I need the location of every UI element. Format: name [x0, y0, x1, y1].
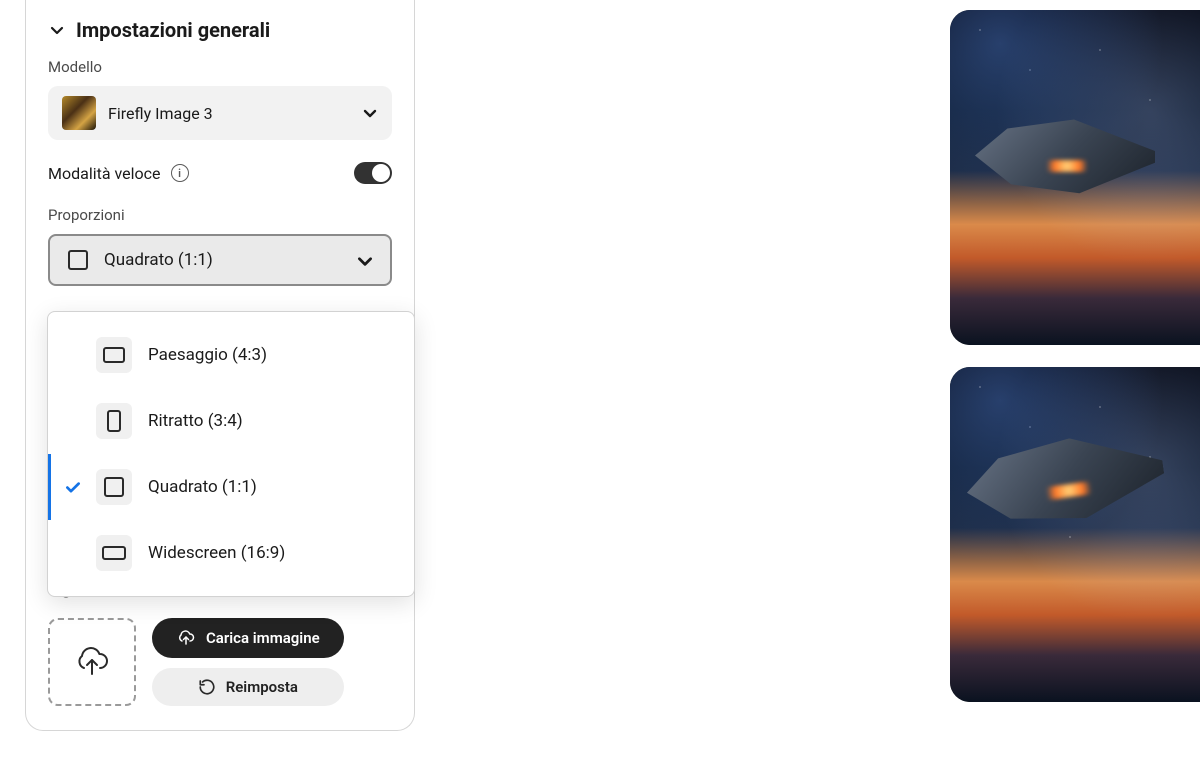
generated-image[interactable] — [950, 10, 1200, 345]
model-select[interactable]: Firefly Image 3 — [48, 86, 392, 140]
landscape-icon — [96, 337, 132, 373]
upload-image-button[interactable]: Carica immagine — [152, 618, 344, 658]
upload-dropzone[interactable] — [48, 618, 136, 706]
section-header[interactable]: Impostazioni generali — [48, 18, 392, 42]
model-thumbnail — [62, 96, 96, 130]
aspect-option-label: Quadrato (1:1) — [148, 477, 257, 497]
reset-button-label: Reimposta — [226, 678, 298, 696]
info-icon[interactable]: i — [171, 164, 189, 182]
fast-mode-label: Modalità veloce — [48, 164, 161, 183]
aspect-selected-label: Quadrato (1:1) — [104, 250, 340, 270]
generation-gallery — [950, 10, 1200, 702]
chevron-down-icon — [48, 21, 66, 39]
check-icon — [64, 478, 82, 496]
aspect-option-landscape[interactable]: Paesaggio (4:3) — [48, 322, 414, 388]
aspect-option-square[interactable]: Quadrato (1:1) — [48, 454, 414, 520]
aspect-option-label: Paesaggio (4:3) — [148, 345, 267, 365]
section-title: Impostazioni generali — [76, 18, 270, 42]
portrait-icon — [96, 403, 132, 439]
fast-mode-row: Modalità veloce i — [48, 162, 392, 184]
fast-mode-toggle[interactable] — [354, 162, 392, 184]
aspect-ratio-dropdown: Paesaggio (4:3) Ritratto (3:4) Quadrato … — [47, 311, 415, 597]
widescreen-icon — [96, 535, 132, 571]
upload-block: Carica immagine Reimposta — [48, 618, 392, 706]
aspect-option-label: Ritratto (3:4) — [148, 411, 243, 431]
aspect-label: Proporzioni — [48, 206, 392, 224]
chevron-down-icon — [356, 252, 372, 268]
square-icon — [96, 469, 132, 505]
generated-image[interactable] — [950, 367, 1200, 702]
aspect-option-label: Widescreen (16:9) — [148, 543, 285, 563]
model-label: Modello — [48, 58, 392, 76]
aspect-option-widescreen[interactable]: Widescreen (16:9) — [48, 520, 414, 586]
aspect-ratio-select[interactable]: Quadrato (1:1) — [48, 234, 392, 286]
reset-button[interactable]: Reimposta — [152, 668, 344, 706]
toggle-knob — [372, 164, 390, 182]
cloud-upload-icon — [176, 628, 196, 648]
upload-button-label: Carica immagine — [206, 629, 320, 647]
chevron-down-icon — [362, 105, 378, 121]
aspect-option-portrait[interactable]: Ritratto (3:4) — [48, 388, 414, 454]
cloud-upload-icon — [72, 642, 112, 682]
square-icon — [68, 250, 88, 270]
reset-icon — [198, 678, 216, 696]
model-name: Firefly Image 3 — [108, 104, 350, 123]
